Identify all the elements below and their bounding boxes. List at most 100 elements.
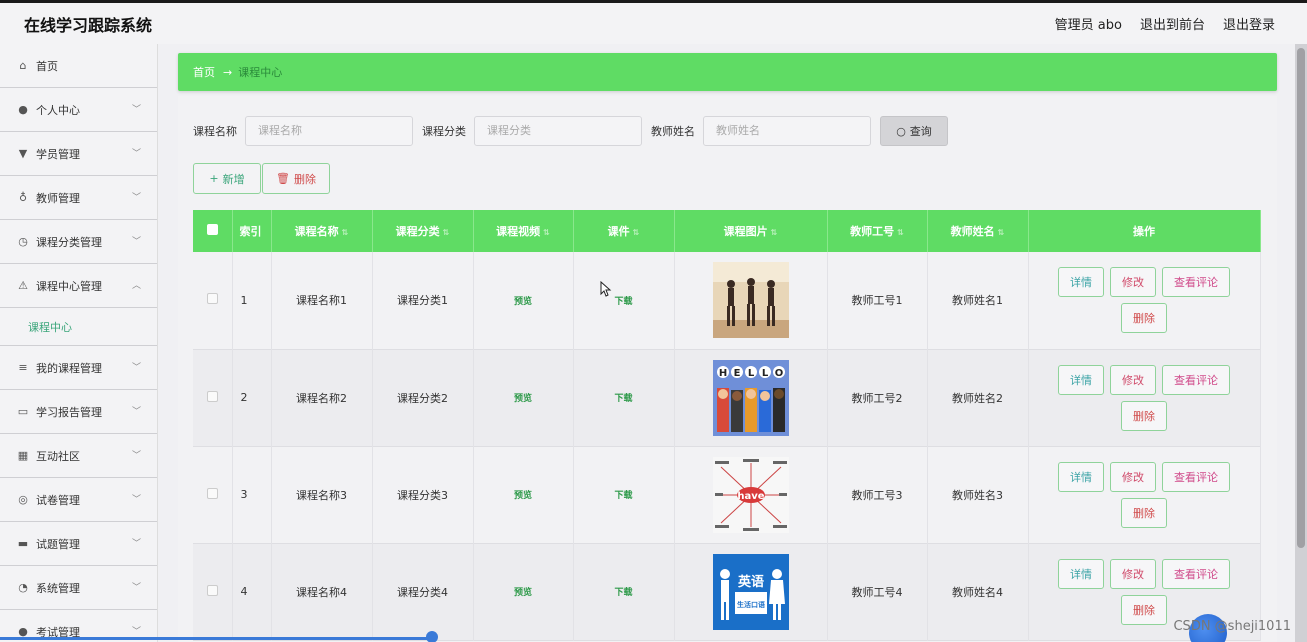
- courseware-cell: 下载: [573, 252, 675, 349]
- courseware-cell: 下载: [573, 543, 675, 640]
- sidebar-item-course-center[interactable]: ⚠ 课程中心管理 ︿: [0, 264, 157, 308]
- watermark: CSDN @sheji1011: [1173, 619, 1291, 634]
- courseware-download-link[interactable]: 下载: [614, 588, 632, 598]
- delete-button[interactable]: 删除: [1121, 594, 1167, 625]
- delete-button[interactable]: 删除: [1121, 400, 1167, 431]
- column-header[interactable]: 课程名称 ⇅: [271, 210, 373, 252]
- course-image-dancers[interactable]: [712, 262, 789, 339]
- sidebar-subitem-course-center[interactable]: 课程中心: [0, 308, 157, 346]
- teacher-name-input[interactable]: [703, 116, 871, 146]
- row-index: 3: [232, 446, 272, 543]
- add-button[interactable]: + 新增: [193, 163, 261, 194]
- sort-icon[interactable]: ⇅: [897, 228, 904, 237]
- chevron-down-icon: ﹀: [131, 363, 141, 373]
- sort-icon[interactable]: ⇅: [633, 228, 640, 237]
- edit-button[interactable]: 修改: [1110, 267, 1156, 298]
- row-checkbox[interactable]: [206, 487, 218, 499]
- sidebar-item-community[interactable]: ▦ 互动社区 ﹀: [0, 434, 157, 478]
- column-header[interactable]: 课程分类 ⇅: [372, 210, 474, 252]
- sort-icon[interactable]: ⇅: [342, 228, 349, 237]
- courseware-cell: 下载: [573, 446, 675, 543]
- video-cell: 预览: [473, 252, 574, 349]
- detail-button[interactable]: 详情: [1058, 267, 1104, 298]
- svg-text:H: H: [718, 368, 726, 379]
- edit-button[interactable]: 修改: [1110, 364, 1156, 395]
- sort-icon[interactable]: ⇅: [543, 228, 550, 237]
- sidebar-item-questions[interactable]: ▬ 试题管理 ﹀: [0, 522, 157, 566]
- sidebar-item-course-categories[interactable]: ◷ 课程分类管理 ﹀: [0, 220, 157, 264]
- courseware-download-link[interactable]: 下载: [614, 491, 632, 501]
- course-image-have[interactable]: have: [712, 456, 789, 533]
- sort-icon[interactable]: ⇅: [771, 228, 778, 237]
- chat-icon: ▭: [17, 405, 29, 418]
- logout-link[interactable]: 退出登录: [1223, 14, 1275, 33]
- course-name-input[interactable]: [245, 116, 413, 146]
- edit-button[interactable]: 修改: [1110, 558, 1156, 589]
- video-preview-link[interactable]: 预览: [514, 394, 532, 404]
- sidebar-item-home[interactable]: ⌂ 首页: [0, 44, 157, 88]
- exit-to-front-link[interactable]: 退出到前台: [1140, 14, 1205, 33]
- detail-button[interactable]: 详情: [1058, 461, 1104, 492]
- courseware-download-link[interactable]: 下载: [614, 394, 632, 404]
- select-all-cell[interactable]: [193, 210, 233, 252]
- course-image-hello[interactable]: HELLO: [712, 359, 789, 436]
- column-header[interactable]: 教师姓名 ⇅: [927, 210, 1029, 252]
- page-scrollbar[interactable]: [1295, 44, 1307, 642]
- sidebar-item-students[interactable]: ▼ 学员管理 ﹀: [0, 132, 157, 176]
- plus-icon: +: [209, 172, 219, 185]
- view-comments-button[interactable]: 查看评论: [1162, 364, 1230, 395]
- select-all-checkbox[interactable]: [206, 224, 218, 235]
- query-button[interactable]: ○ 查询: [880, 116, 948, 146]
- sidebar-item-my-courses[interactable]: ≡ 我的课程管理 ﹀: [0, 346, 157, 390]
- course-image-english[interactable]: 英语 生活口语: [712, 553, 789, 630]
- view-comments-button[interactable]: 查看评论: [1162, 558, 1230, 589]
- chevron-up-icon: ︿: [131, 281, 141, 291]
- teacher-no-cell: 教师工号3: [827, 446, 928, 543]
- sidebar-item-system[interactable]: ◔ 系统管理 ﹀: [0, 566, 157, 610]
- bell-off-icon: ⚠: [18, 279, 28, 292]
- sort-icon[interactable]: ⇅: [443, 228, 450, 237]
- column-header[interactable]: 课程图片 ⇅: [674, 210, 828, 252]
- view-comments-button[interactable]: 查看评论: [1162, 267, 1230, 298]
- delete-button[interactable]: 删除: [1121, 303, 1167, 334]
- row-select-cell[interactable]: [193, 446, 233, 543]
- column-header[interactable]: 课程视频 ⇅: [473, 210, 574, 252]
- table-row: 1 课程名称1 课程分类1 预览 下载 教师工号1 教师姓名1 详情 修改 查看…: [193, 252, 1261, 349]
- sidebar-item-study-reports[interactable]: ▭ 学习报告管理 ﹀: [0, 390, 157, 434]
- row-checkbox[interactable]: [206, 390, 218, 402]
- row-checkbox[interactable]: [206, 293, 218, 305]
- sidebar-item-papers[interactable]: ◎ 试卷管理 ﹀: [0, 478, 157, 522]
- trash-icon: 🗑: [276, 172, 290, 185]
- row-select-cell[interactable]: [193, 349, 233, 446]
- row-checkbox[interactable]: [206, 584, 218, 596]
- course-category-input[interactable]: [474, 116, 642, 146]
- course-panel: 课程名称 课程分类 教师姓名 ○ 查询 + 新增 🗑 删除: [178, 96, 1277, 642]
- course-image-cell: HELLO: [674, 349, 828, 446]
- column-header[interactable]: 课件 ⇅: [573, 210, 675, 252]
- breadcrumb-home[interactable]: 首页: [193, 64, 215, 80]
- row-select-cell[interactable]: [193, 252, 233, 349]
- arrow-right-icon: →: [223, 65, 233, 79]
- courseware-download-link[interactable]: 下载: [614, 297, 632, 307]
- admin-label[interactable]: 管理员 abo: [1055, 14, 1122, 33]
- sidebar-item-label: 首页: [36, 59, 58, 73]
- sidebar-item-personal[interactable]: ● 个人中心 ﹀: [0, 88, 157, 132]
- video-preview-link[interactable]: 预览: [514, 491, 532, 501]
- sidebar-item-label: 互动社区: [36, 449, 80, 463]
- detail-button[interactable]: 详情: [1058, 558, 1104, 589]
- delete-button[interactable]: 删除: [1121, 497, 1167, 528]
- view-comments-button[interactable]: 查看评论: [1162, 461, 1230, 492]
- chevron-down-icon: ﹀: [131, 105, 141, 115]
- sort-icon[interactable]: ⇅: [998, 228, 1005, 237]
- scrollbar-thumb[interactable]: [1297, 48, 1305, 548]
- detail-button[interactable]: 详情: [1058, 364, 1104, 395]
- bulk-delete-button[interactable]: 🗑 删除: [262, 163, 330, 194]
- row-select-cell[interactable]: [193, 543, 233, 640]
- edit-button[interactable]: 修改: [1110, 461, 1156, 492]
- progress-handle[interactable]: [426, 631, 438, 642]
- sidebar-item-teachers[interactable]: ♁ 教师管理 ﹀: [0, 176, 157, 220]
- video-preview-link[interactable]: 预览: [514, 588, 532, 598]
- column-header[interactable]: 教师工号 ⇅: [827, 210, 928, 252]
- video-preview-link[interactable]: 预览: [514, 297, 532, 307]
- svg-text:O: O: [774, 368, 783, 379]
